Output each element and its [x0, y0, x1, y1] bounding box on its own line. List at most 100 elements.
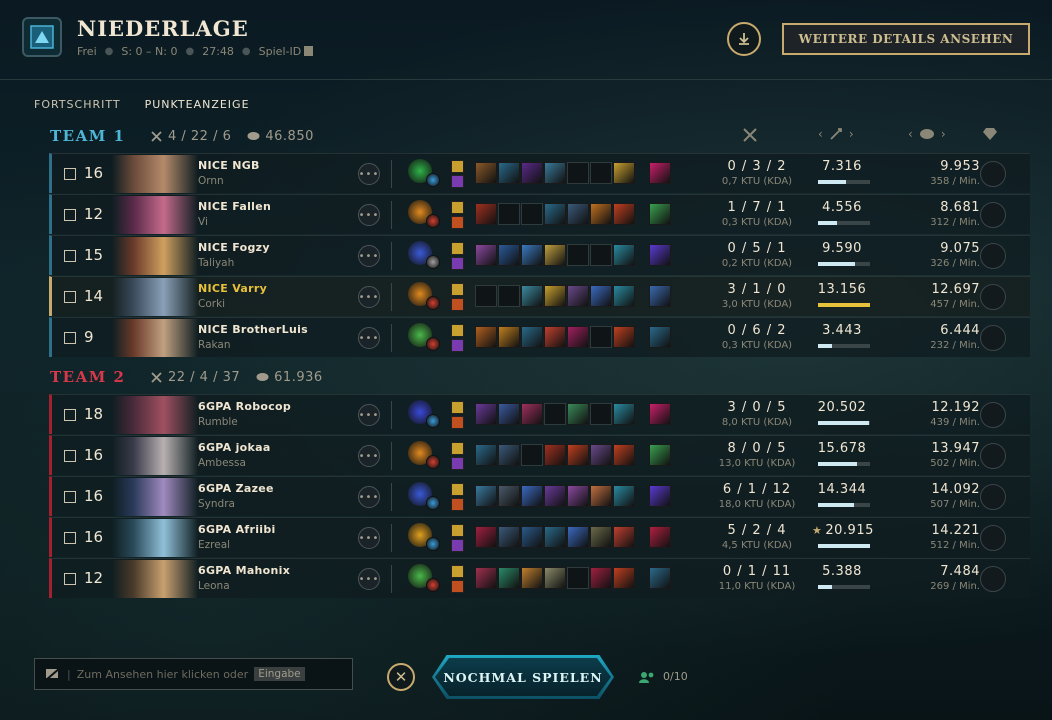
item-icon[interactable] [521, 244, 543, 266]
item-icon[interactable] [613, 326, 635, 348]
gold-column-header[interactable]: ‹ › [908, 127, 946, 141]
summoner-spell-icon[interactable] [451, 498, 464, 511]
player-row[interactable]: 18 6GPA Robocop Rumble ••• 3 / 0 / 5 8,0 KTU … [49, 394, 1030, 434]
item-icon[interactable] [567, 285, 589, 307]
summoner-spell-icon[interactable] [451, 201, 464, 214]
secondary-rune-icon[interactable] [426, 296, 440, 310]
trinket-icon[interactable] [649, 567, 671, 589]
item-icon[interactable] [590, 485, 612, 507]
honor-button[interactable] [980, 566, 1006, 592]
item-icon[interactable] [613, 567, 635, 589]
chat-muted-icon[interactable] [45, 667, 61, 681]
item-icon[interactable] [521, 285, 543, 307]
secondary-rune-icon[interactable] [426, 537, 440, 551]
item-icon[interactable] [521, 326, 543, 348]
more-options-button[interactable]: ••• [358, 327, 380, 349]
item-icon[interactable] [498, 162, 520, 184]
item-icon[interactable] [475, 244, 497, 266]
honor-button[interactable] [980, 243, 1006, 269]
champion-portrait[interactable] [112, 560, 198, 598]
item-icon[interactable] [498, 567, 520, 589]
item-icon[interactable] [544, 526, 566, 548]
item-icon[interactable] [544, 485, 566, 507]
summoner-name[interactable]: NICE NGB [198, 159, 260, 172]
item-icon[interactable] [544, 567, 566, 589]
secondary-rune-icon[interactable] [426, 337, 440, 351]
summoner-spell-icon[interactable] [451, 401, 464, 414]
item-icon[interactable] [590, 567, 612, 589]
secondary-rune-icon[interactable] [426, 578, 440, 592]
player-row[interactable]: 16 6GPA jokaa Ambessa ••• 8 / 0 / 5 13,0 KTU … [49, 435, 1030, 475]
more-options-button[interactable]: ••• [358, 404, 380, 426]
summoner-spell-icon[interactable] [451, 565, 464, 578]
more-options-button[interactable]: ••• [358, 445, 380, 467]
summoner-name[interactable]: NICE Fallen [198, 200, 271, 213]
player-row[interactable]: 16 NICE NGB Ornn ••• 0 / 3 / 2 0,7 KTU (KDA) 7… [49, 153, 1030, 193]
item-icon[interactable] [567, 203, 589, 225]
more-options-button[interactable]: ••• [358, 286, 380, 308]
champion-portrait[interactable] [112, 155, 198, 193]
honor-button[interactable] [980, 161, 1006, 187]
item-icon[interactable] [521, 567, 543, 589]
player-row[interactable]: 12 NICE Fallen Vi ••• 1 / 7 / 1 0,3 KTU (KDA)… [49, 194, 1030, 234]
summoner-spell-icon[interactable] [451, 324, 464, 337]
item-icon[interactable] [544, 162, 566, 184]
trinket-icon[interactable] [649, 326, 671, 348]
item-icon[interactable] [498, 444, 520, 466]
item-icon[interactable] [567, 444, 589, 466]
summoner-spell-icon[interactable] [451, 216, 464, 229]
summoner-spell-icon[interactable] [451, 539, 464, 552]
item-icon[interactable] [498, 526, 520, 548]
summoner-name[interactable]: NICE Varry [198, 282, 267, 295]
summoner-name[interactable]: NICE BrotherLuis [198, 323, 308, 336]
secondary-rune-icon[interactable] [426, 414, 440, 428]
item-icon[interactable] [567, 403, 589, 425]
item-icon[interactable] [475, 403, 497, 425]
summoner-spell-icon[interactable] [451, 283, 464, 296]
item-icon[interactable] [475, 444, 497, 466]
item-icon[interactable] [521, 162, 543, 184]
more-options-button[interactable]: ••• [358, 163, 380, 185]
trinket-icon[interactable] [649, 403, 671, 425]
summoner-spell-icon[interactable] [451, 442, 464, 455]
damage-column-header[interactable]: ‹ › [818, 127, 854, 141]
trinket-icon[interactable] [649, 285, 671, 307]
more-options-button[interactable]: ••• [358, 527, 380, 549]
chat-input[interactable]: | Zum Ansehen hier klicken oder Eingabe [34, 658, 353, 690]
champion-portrait[interactable] [112, 278, 198, 316]
player-row[interactable]: 16 6GPA Zazee Syndra ••• 6 / 1 / 12 18,0 KTU … [49, 476, 1030, 516]
champion-portrait[interactable] [112, 519, 198, 557]
tab-scoreboard[interactable]: PUNKTEANZEIGE [145, 98, 250, 117]
champion-portrait[interactable] [112, 396, 198, 434]
game-id-button[interactable]: Spiel-ID [259, 45, 314, 58]
honor-button[interactable] [980, 525, 1006, 551]
summoner-spell-icon[interactable] [451, 242, 464, 255]
item-icon[interactable] [590, 526, 612, 548]
summoner-name[interactable]: 6GPA jokaa [198, 441, 271, 454]
close-button[interactable]: ✕ [387, 663, 415, 691]
summoner-spell-icon[interactable] [451, 257, 464, 270]
item-icon[interactable] [498, 403, 520, 425]
item-icon[interactable] [521, 526, 543, 548]
secondary-rune-icon[interactable] [426, 173, 440, 187]
copy-icon[interactable] [304, 46, 314, 56]
secondary-rune-icon[interactable] [426, 455, 440, 469]
item-icon[interactable] [475, 485, 497, 507]
champion-portrait[interactable] [112, 196, 198, 234]
item-icon[interactable] [475, 203, 497, 225]
player-row[interactable]: 9 NICE BrotherLuis Rakan ••• 0 / 6 / 2 0,3 KT… [49, 317, 1030, 357]
item-icon[interactable] [613, 244, 635, 266]
download-button[interactable] [727, 22, 761, 56]
summoner-spell-icon[interactable] [451, 175, 464, 188]
trinket-icon[interactable] [649, 203, 671, 225]
more-options-button[interactable]: ••• [358, 568, 380, 590]
champion-portrait[interactable] [112, 478, 198, 516]
item-icon[interactable] [521, 403, 543, 425]
item-icon[interactable] [590, 444, 612, 466]
trinket-icon[interactable] [649, 162, 671, 184]
item-icon[interactable] [544, 444, 566, 466]
chevron-left-icon[interactable]: ‹ [908, 127, 913, 141]
summoner-name[interactable]: 6GPA Zazee [198, 482, 274, 495]
champion-portrait[interactable] [112, 437, 198, 475]
summoner-spell-icon[interactable] [451, 457, 464, 470]
